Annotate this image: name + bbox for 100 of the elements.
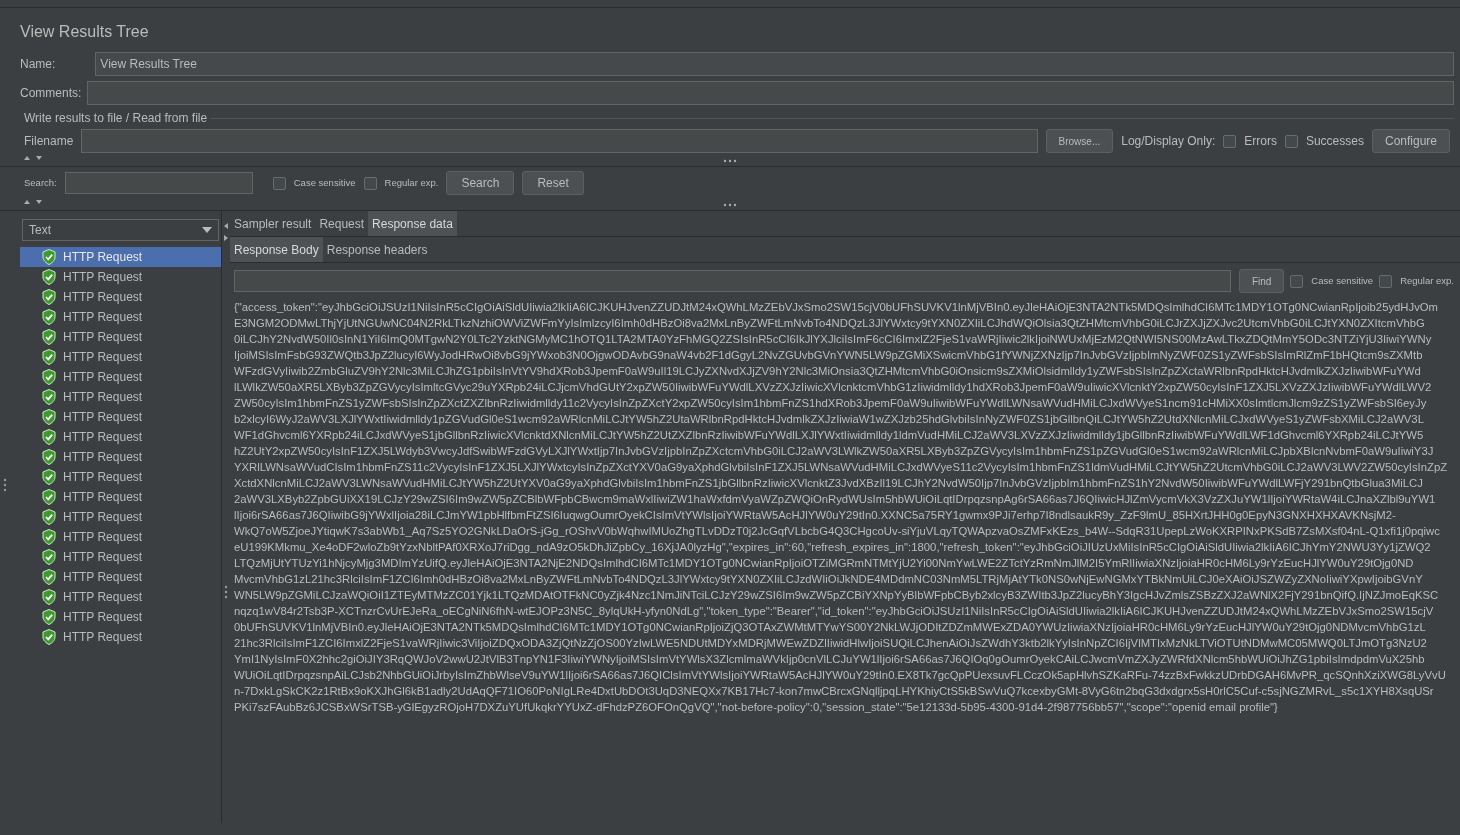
- result-item[interactable]: HTTP Request: [20, 327, 221, 347]
- tab[interactable]: Sampler result: [230, 211, 316, 236]
- field-label: Filename: [24, 133, 74, 150]
- find-field[interactable]: [234, 270, 1231, 292]
- response-text-line: WUiOiLqtIDrpqzsnpAiLCJsb2NhbGUiOiJrbyIsImZhbWlseV9uYW1lIjoi6rSA66as7J6QIClsImVtYWlsIjoiYWRtaW5AcHJlYW0uY29tIn0.EX8Tk7gcQpPUexsuvFLCczOk5apHlvhSZKaRFu-74zzBxFwkkzUDrbDGAH6MvPR_qcSQnhXziXWG8LyVvU: [234, 668, 1447, 683]
- response-text-line: XctdXNlcnMiLCJ2aWV3LWNsaWVudHMiLCJtYW5hZ2UtYXV0aG9yaXphdGlvbiIsIm1hbmFnZS1jbGllbnRzIiwicXVlcnktZ3JvdXBzIl19LCJhY2NvdW50Ijp7InJvbGVzIjpbIm1hbmFnZS1hY2NvdW50IiwibWFuYWdlLWFjY291bnQtbGlua3MiLCJ: [234, 476, 1424, 491]
- field-label: Comments:: [20, 85, 82, 102]
- tab[interactable]: Response data: [368, 211, 457, 236]
- result-item[interactable]: HTTP Request: [20, 287, 221, 307]
- tab[interactable]: Response headers: [322, 237, 432, 262]
- checkbox-label: Regular exp.: [1400, 273, 1454, 288]
- result-item[interactable]: HTTP Request: [20, 427, 221, 447]
- collapse-arrows-icon[interactable]: [223, 223, 229, 243]
- checkbox[interactable]: [1290, 274, 1304, 288]
- collapse-arrows-icon[interactable]: [24, 155, 44, 161]
- checkbox[interactable]: [1379, 274, 1393, 288]
- configure-button[interactable]: Configure: [1371, 129, 1450, 153]
- response-text-line: {"access_token":"eyJhbGciOiJSUzI1NiIsInR5cCIgOiAiSldUIiwia2lkIiA6ICJKUHJvenZZUDJtM24xQWhLMzZEbVJxSmo2SW15cjV0bUFhSUVKV1lnMjVBIn0.eyJleHAiOjE3NTA2NTk5MDQsImlhdCI6MTc1MDY1OTg0NCwianRpIjoib25ydHJvOm: [234, 300, 1439, 315]
- response-text-line: WN5LW9pZGMiLCJzaWQiOiI1ZTEyMTMzZC01Yjk1LTQzMDAtOTFkNC0yZjk4Nzc1NmJiNTciLCJzY29wZSI6Im9wZW5pZCBiYXNpYyBlbWFpbCByb2xlcyB3ZWItb3JpZ2lucyBhY3IgcHJvZmlsZSBzZXJ2aWNlX2FjY291bnQifQ.IjNZJmoEqKSC: [234, 588, 1440, 603]
- renderer-dropdown[interactable]: Text: [22, 219, 219, 241]
- checkbox-label: Errors: [1244, 133, 1277, 150]
- field-label: Search:: [24, 175, 57, 190]
- result-item[interactable]: HTTP Request: [20, 387, 221, 407]
- result-item[interactable]: HTTP Request: [20, 367, 221, 387]
- response-text-line: n-7DxkLgSkCK2z1RtBx9oKXJhGl6kB1adly2UdAqQF71IO60PoNIgLRe4DxtUbDOt3UqD3NEQXx7KB17Hc7-kon7mwCBrcxGNqlljpqLHYKhiyCtS5kBSwVuQ7kcexbyGMt-8VyG6tn2bqG3dxdgrx5sH0rlC5Cuf-c5sjNGZMRvL_s5c1XYH8XsqUSr: [234, 684, 1435, 699]
- group-legend: Write results to file / Read from file: [24, 109, 208, 127]
- shield-check-icon: [42, 309, 56, 325]
- result-item[interactable]: HTTP Request: [20, 247, 221, 267]
- search-field[interactable]: [64, 172, 253, 194]
- tab[interactable]: Request: [315, 211, 369, 236]
- response-text-line: 0bUFhSUVKV1lnMjVBIn0.eyJleHAiOjE3NTA2NTk5MDQsImlhdCI6MTc1MDY1OTg0NCwianRpIjoiZjQ3OTAxZWMtMTYwYS00Y2NkLWJjODItZDZmMWExZDA0YWUzIiwiaXNzIjoiaHR0cHM6Ly9rYzEucHJlYW0uY29tOjg0NDMvcmVhbG1zL: [234, 620, 1427, 635]
- checkbox[interactable]: [272, 176, 286, 190]
- field-label: Name:: [20, 56, 56, 73]
- checkbox[interactable]: [1284, 134, 1298, 148]
- response-text-line: LTQzMjUtYTUzYi1hNjcyMjg3MDImYzUifQ.eyJleHAiOjE3NTA2NjE2NDQsImlhdCI6MTc1MDY1OTg0NCwianRpIjoiOTZiMGRmNTMtYjU2Yi00NmYwLWE2ZTctYzRmNmJlM2I5YmRlIiwiaXNzIjoiaHR0cHM6Ly9rYzEucHJlYW0uY29tOjg0ND: [234, 556, 1415, 571]
- result-item[interactable]: HTTP Request: [20, 487, 221, 507]
- splitter-handle-icon[interactable]: [723, 158, 737, 163]
- checkbox[interactable]: [1223, 134, 1237, 148]
- response-text-line: eU199KMkmu_Xe4oDF2wloZb9tYzxNbltPAf0XRXoJ7riDgg_ndA9zO5kDhJiZpbCy_16XjJA0lyzHg","expires_in":60,"refresh_expires_in":1800,"refresh_token":"eyJhbGciOiJIUzUxMiIsInR5cCIgOiAiSldUIiwia2lkIiA6ICJhYmY2NWU3Yy1jZWQ2: [234, 540, 1432, 555]
- response-text-line: WkQ7oW5ZjoeJYtiqwK7s3abWb1_Aq7Sz5YO2GNkLDaOrS-jGg_rOShvV0bWqhwIMUoZhgTLvDDzT0j2JcGqfVLbcbG4Q3CHgcoUv-siYjuVLqyTQWApzvaOsZMFxKEzs_b4W--SdqR31UpepLzWoKXRPINxPKSdB7ZsMXsf04nL-Q1xfi1j0pqiwc: [234, 524, 1441, 539]
- result-item[interactable]: HTTP Request: [20, 267, 221, 287]
- response-text-line: 2aWV3LXByb2ZpbGUiXX19LCJzY29wZSI6Im9wZW5pZCBlbWFpbCBwcm9maWxlIiwiZW1haWxfdmVyaWZpZWQiOnRydWUsIm5hbWUiOiLqtIDrpqzsnpAg6rSA66as7J6QIiwicHJlZmVycmVkX3VzZXJuYW1lIjoiYWRtaW4iLCJnaXZlbl9uYW1: [234, 492, 1437, 507]
- shield-check-icon: [42, 489, 56, 505]
- response-text-line: MvcmVhbG1zL21hc3RlciIsImF1ZCI6Imh0dHBzOi8va2MxLnByZWFtLmNvbTo4NDQzL3JlYWxtcy9tYXN0ZXIiLCJzdWIiOiJkNDE4MDdmNC03NmM5LTRjMjAtYTk0NS0wNjEwNGMxYTBkNmUiLCJ0eXAiOiJSZWZyZXNoIiwiYXpwIjoibGVnY: [234, 572, 1424, 587]
- shield-check-icon: [42, 589, 56, 605]
- browse-button[interactable]: Browse...: [1045, 129, 1114, 153]
- result-item[interactable]: HTTP Request: [20, 547, 221, 567]
- result-item[interactable]: HTTP Request: [20, 307, 221, 327]
- response-text-line: PKi7szFAubBz6JCSBxWSrTSB-yGlEgyzROjoH7DXZuYUfUkqkrYYUxZ-dFhdzPZ6OFOnQgVQ","not-before-policy":0,"session_state":"5e12133d-5b95-4300-91d4-2f987756bb57","scope":"openid email profile"}: [234, 700, 1279, 715]
- checkbox[interactable]: [363, 176, 377, 190]
- shield-check-icon: [42, 349, 56, 365]
- search-button[interactable]: Search: [446, 171, 515, 195]
- response-text-line: WFzdGVyIiwib2ZmbGluZV9hY2Nlc3MiLCJhZG1pbiIsInVtYV9hdXRob3JpemF0aW9uIl19LCJyZXNvdXJjZV9hY2Nlc3MiOnsia3QtZHMtcmVhbG0iOnsicm9sZXMiOlsidmlldy1yZWFsbSIsInZpZXctaWRlbnRpdHktcHJvdmlkZXJzIiwibWFuYWd: [234, 364, 1422, 379]
- field-label: Log/Display Only:: [1121, 133, 1216, 150]
- result-item[interactable]: HTTP Request: [20, 567, 221, 587]
- checkbox-label: Case sensitive: [1311, 273, 1374, 288]
- caret-icon: [202, 227, 212, 233]
- shield-check-icon: [42, 509, 56, 525]
- shield-check-icon: [42, 429, 56, 445]
- shield-check-icon: [42, 629, 56, 645]
- name-field[interactable]: View Results Tree: [95, 52, 1454, 76]
- result-item[interactable]: HTTP Request: [20, 347, 221, 367]
- collapse-arrows-icon[interactable]: [24, 199, 44, 205]
- result-item[interactable]: HTTP Request: [20, 627, 221, 647]
- response-text-line: lLWlkZW50aXR5LXByb3ZpZGVycyIsImltcGVyc29uYXRpb24iLCJjcmVhdGUtY2xpZW50IiwibWFuYWdlLXVzZXJzIiwicXVlcnktcmVhbG1zIiwidmlldy1hdXRob3JpemF0aW9uIiwicXVlcnktY2xpZW50cyIsInF1ZXJ5LXVzZXJzIiwibWFuYWdlLWV2: [234, 380, 1433, 395]
- result-item[interactable]: HTTP Request: [20, 447, 221, 467]
- response-text-line: 0iLCJhY2NvdW50Il0sInN1YiI6ImQ0MTgwN2Y0LTc2YzktNGMyMC1hOTQ1LTA2MTA0YzFhMGQ2ZSIsInR5cCI6IkJlYXJlciIsImF6cCI6ImxlZ2FjeS1vaWRjIiwic2lkIjoiNWUxMjEzM2QtNWI5NS00MzAwLTkxZDQtMmY5ODc3NTZiYjU3IiwiYWNy: [234, 332, 1433, 347]
- shield-check-icon: [42, 369, 56, 385]
- shield-check-icon: [42, 409, 56, 425]
- response-text-line: b2xlcyI6WyJ2aWV3LXJlYWxtIiwidmlldy1pZGVudGl0eS1wcm92aWRlcnMiLCJtYW5hZ2UtaWRlbnRpdHktcHJvdmlkZXJzIiwiaW1wZXJzb25hdGlvbiIsInNyZWF0ZS1jbGllbnQiLCJtYW5hZ2UtdXNlcnMiLCJxdWVyeS1yZWFsbXMiLCJ2aWV3L: [234, 412, 1425, 427]
- response-text-line: hZ2UtY2xpZW50cyIsInF1ZXJ5LWdyb3VwcyJdfSwibWFzdGVyLXJlYWxtIjp7InJvbGVzIjpbInZpZXctcmVhbG0iLCJ2aWV3LWlkZW50aXR5LXByb3ZpZGVycyIsIm1hbmFnZS1pZGVudGl0eS1wcm92aWRlcnMiLCJpbXBlcnNvbmF0aW9uIiwiY3J: [234, 444, 1435, 459]
- response-text-line: 21hc3RlciIsImF1ZCI6ImxlZ2FjeS1vaWRjIiwic3ViIjoiZDQxODA3ZjQtNzZjOS00YzIwLWE5NDUtMDYxMDRjMWEwZDZlIiwidHlwIjoiSUQiLCJhenAiOiJsZWdhY3ktb2lkYyIsInNpZCI6IjVlMTIxMzNkLTViOTUtNDMwMC05MWQ0LTJmOTg3NzU2: [234, 636, 1428, 651]
- result-item[interactable]: HTTP Request: [20, 527, 221, 547]
- result-item[interactable]: HTTP Request: [20, 467, 221, 487]
- shield-check-icon: [42, 449, 56, 465]
- shield-check-icon: [42, 609, 56, 625]
- splitter-handle-icon[interactable]: [3, 478, 7, 492]
- filename-field[interactable]: [81, 129, 1038, 153]
- response-text-line: IjoiMSIsImFsbG93ZWQtb3JpZ2lucyI6WyJodHRwOi8vbG9jYWxob3N0OjgwODAvbG9naW4vb2F1dGgyL2NvZGUvbGVnYWN5LW9pZGMiXSwicmVhbG1fYWNjZXNzIjp7InJvbGVzIjpbImNyZWF0ZS1yZWFsbSIsImRlZmF1bHQtcm9sZXMtb: [234, 348, 1424, 363]
- find-button[interactable]: Find: [1238, 269, 1285, 293]
- shield-check-icon: [42, 529, 56, 545]
- splitter-handle-icon[interactable]: [224, 585, 228, 599]
- result-item[interactable]: HTTP Request: [20, 407, 221, 427]
- response-text-line: E3NGM2ODMwLThjYjUtNGUwNC04N2RkLTkzNzhiOWViZWFmYyIsImlzcyI6Imh0dHBzOi8va2MxLnByZWFtLmNvbTo4NDQzL3JlYWxtcy9tYXN0ZXIiLCJhdWQiOlsia3QtZHMtcmVhbG0iLCJrZXJjZXJvc2UtcmVhbG0iLCJtYXN0ZXItcmVhbG: [234, 316, 1426, 331]
- shield-check-icon: [42, 569, 56, 585]
- response-text-line: WF1dGhvcml6YXRpb24iLCJxdWVyeS1jbGllbnRzIiwicXVlcnktdXNlcnMiLCJtYW5hZ2UtZXZlbnRzIiwibWFuYWdlLXJlYWxtIiwidmlldy1ldmVudHMiLCJ2aWV3LXVzZXJzIiwidmlldy1jbGllbnRzIiwibWFuYWdlLWF1dGhvcml6YXRpb24iLCJtYW5: [234, 428, 1425, 443]
- result-item[interactable]: HTTP Request: [20, 587, 221, 607]
- shield-check-icon: [42, 329, 56, 345]
- reset-button[interactable]: Reset: [522, 171, 584, 195]
- response-text-line: YmI1NyIsImF0X2hhc2giOiJIY3RqQWJoV2wwU2JtVlB3TnpYN1F3IiwiYWNyIjoiMSIsImVtYWlsX3ZlcmlmaWVkIjp0cnVlLCJuYW1lIjoi6rSA66as7J6QIOq0gOumrOyekCAiLCJwcmVmZXJyZWRfdXNlcm5hbWUiOiJhZG1pbiIsImdpdmVuX25hb: [234, 652, 1426, 667]
- shield-check-icon: [42, 289, 56, 305]
- splitter-handle-icon[interactable]: [723, 202, 737, 207]
- response-text-line: ZW50cyIsIm1hbmFnZS1yZWFsbSIsInZpZXctZXZlbnRzIiwidmlldy11c2VycyIsInZpZXctY2xpZW50cyIsIm1hbmFnZS1hdXRob3JpemF0aW9uIiwibWFuYWdlLWNsaWVudHMiLCJxdWVyeS1ncm91cHMiXX0sImtlcmJlcm9zZS1yZWFsbSI6eyJy: [234, 396, 1428, 411]
- checkbox-label: Case sensitive: [293, 175, 356, 190]
- response-text-line: YXRlLWNsaWVudCIsIm1hbmFnZS11c2VycyIsInF1ZXJ5LXJlYWxtcyIsInZpZXctYXV0aG9yaXphdGlvbiIsInF1ZXJ5LWNsaWVudHMiLCJxdWVyeS11c2VycyIsIm1hbmFnZS1ldmVudHMiLCJtYW5hZ2UtcmVhbG0iLCJ2aWV3LWV2ZW50cyIsInZpZ: [234, 460, 1449, 475]
- shield-check-icon: [42, 249, 56, 265]
- result-item[interactable]: HTTP Request: [20, 507, 221, 527]
- result-item[interactable]: HTTP Request: [20, 607, 221, 627]
- tab[interactable]: Response Body: [230, 237, 323, 262]
- comments-field[interactable]: [87, 81, 1454, 105]
